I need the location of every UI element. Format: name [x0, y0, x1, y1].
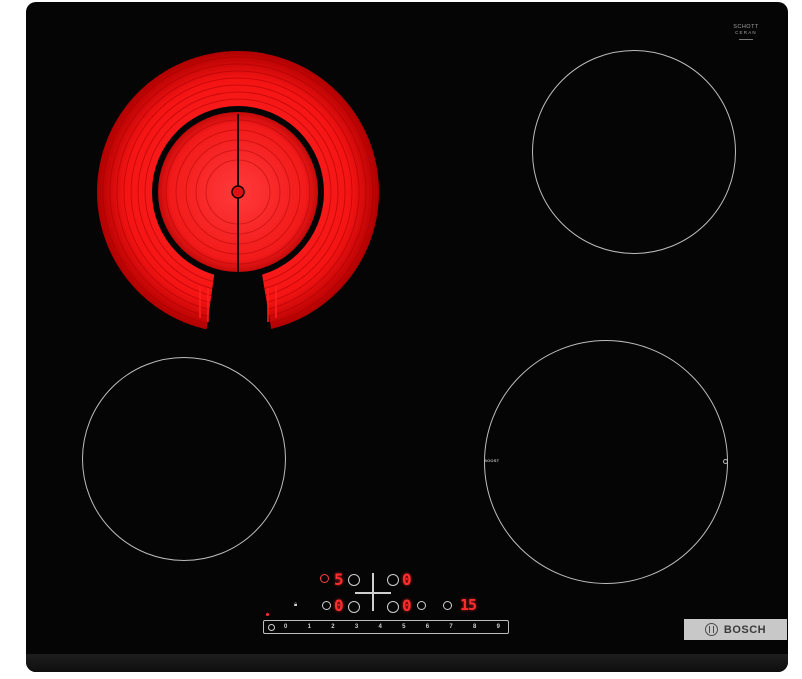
display-front-left: 0 — [334, 596, 344, 615]
display-rear-right: 0 — [402, 570, 412, 589]
slider-step-5[interactable]: 5 — [402, 624, 405, 630]
display-front-right: 0 — [402, 596, 412, 615]
zone-select-front-right[interactable] — [387, 601, 399, 613]
zone-select-front-left-key[interactable] — [322, 601, 331, 610]
zone-select-rear-left[interactable] — [320, 574, 329, 583]
center-sensor — [231, 185, 245, 199]
slider-step-7[interactable]: 7 — [449, 624, 452, 630]
slider-step-8[interactable]: 8 — [473, 624, 476, 630]
slider-step-9[interactable]: 9 — [497, 624, 500, 630]
slider-step-6[interactable]: 6 — [426, 624, 429, 630]
slider-step-0[interactable]: 0 — [284, 624, 287, 630]
active-heating-zone — [97, 51, 379, 334]
bosch-armature-icon — [704, 623, 718, 636]
slider-step-4[interactable]: 4 — [379, 624, 382, 630]
bosch-badge: BOSCH — [684, 619, 787, 640]
rear-right-zone-ring — [532, 50, 736, 254]
panel-divider-horizontal — [355, 592, 391, 594]
slider-step-1[interactable]: 1 — [308, 624, 311, 630]
slider-step-3[interactable]: 3 — [355, 624, 358, 630]
timer-display: 15 — [460, 596, 477, 614]
front-right-zone-ring — [484, 340, 728, 584]
zone-select-rear-left-ring[interactable] — [348, 574, 360, 586]
slider-power-indicator — [266, 613, 269, 616]
power-key[interactable] — [264, 623, 278, 631]
childlock-icon[interactable]: 🔒︎ — [294, 602, 297, 609]
boost-key[interactable] — [417, 601, 426, 610]
front-left-zone-ring — [82, 357, 286, 561]
slider-step-2[interactable]: 2 — [331, 624, 334, 630]
boost-label: BOOST — [484, 458, 500, 463]
schott-ceran-logo: SCHOTT CERAN — [726, 24, 766, 40]
zone-select-front-left[interactable] — [348, 601, 360, 613]
zone-indicator-dot — [723, 459, 728, 464]
power-icon — [267, 623, 275, 631]
ceramic-hob: SCHOTT CERAN BOOST 5 0 🔒︎ 0 0 15 0 1 2 3… — [26, 2, 788, 672]
timer-key[interactable] — [443, 601, 452, 610]
brand-name: BOSCH — [723, 623, 767, 636]
power-level-slider[interactable]: 0 1 2 3 4 5 6 7 8 9 — [263, 620, 509, 634]
slider-steps[interactable]: 0 1 2 3 4 5 6 7 8 9 — [278, 624, 508, 630]
display-rear-left: 5 — [334, 570, 344, 589]
glass-brand-line2: CERAN — [735, 30, 757, 35]
hob-front-edge — [26, 654, 788, 672]
zone-select-rear-right[interactable] — [387, 574, 399, 586]
glass-brand-underline — [739, 39, 753, 40]
